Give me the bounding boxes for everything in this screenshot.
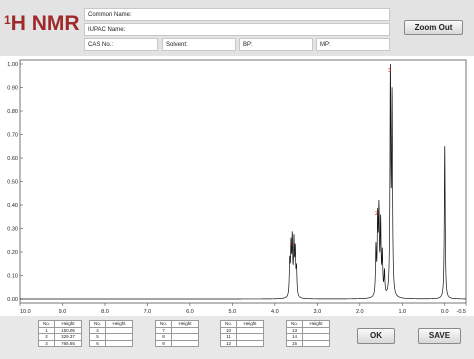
x-tick-label: 2.0 xyxy=(356,309,364,315)
x-tick-label: 3.0 xyxy=(314,309,322,315)
peak-number-cell: 3 xyxy=(38,339,55,347)
x-tick-label: 0.0 xyxy=(441,309,449,315)
x-tick-label: -0.5 xyxy=(457,309,466,315)
peak-label: 3 xyxy=(388,68,391,74)
y-tick-label: 0.30 xyxy=(7,227,18,233)
y-tick-label: 0.80 xyxy=(7,109,18,115)
peak-table: No. Height 10 11 12 xyxy=(220,320,264,347)
x-tick-label: 7.0 xyxy=(144,309,152,315)
bp-field[interactable]: BP: xyxy=(239,38,313,51)
x-tick-label: 8.0 xyxy=(101,309,109,315)
peak-height-cell: 765.65 xyxy=(54,339,82,347)
peak-label: 2 xyxy=(375,211,378,217)
common-name-label: Common Name: xyxy=(88,12,132,18)
solvent-field[interactable]: Solvent: xyxy=(162,38,236,51)
peak-height-cell xyxy=(171,339,199,347)
table-row: 12 xyxy=(220,339,264,347)
peak-label: 1 xyxy=(290,242,293,248)
solvent-label: Solvent: xyxy=(166,42,188,48)
peak-height-cell xyxy=(236,339,264,347)
common-name-field[interactable]: Common Name: xyxy=(84,8,390,21)
y-tick-label: 0.70 xyxy=(7,133,18,139)
y-tick-label: 0.10 xyxy=(7,274,18,280)
x-tick-label: 6.0 xyxy=(186,309,194,315)
y-tick-label: 0.40 xyxy=(7,203,18,209)
peak-height-cell xyxy=(302,339,330,347)
y-tick-label: 0.90 xyxy=(7,86,18,92)
x-tick-label: 10.0 xyxy=(20,309,31,315)
y-tick-label: 0.20 xyxy=(7,250,18,256)
mp-field[interactable]: MP: xyxy=(316,38,390,51)
zoom-out-button[interactable]: Zoom Out xyxy=(404,20,463,35)
peak-table: No. Height 4 5 6 xyxy=(89,320,133,347)
y-tick-label: 0.50 xyxy=(7,180,18,186)
x-tick-label: 4.0 xyxy=(271,309,279,315)
table-row: 3 765.65 xyxy=(38,339,82,347)
y-tick-label: 0.00 xyxy=(7,297,18,303)
ok-button[interactable]: OK xyxy=(357,328,395,344)
table-row: 6 xyxy=(89,339,133,347)
save-button[interactable]: SAVE xyxy=(418,328,461,344)
iupac-name-field[interactable]: IUPAC Name: xyxy=(84,23,390,36)
mp-label: MP: xyxy=(320,42,331,48)
peak-table: No. Height 13 14 15 xyxy=(286,320,330,347)
peak-number-cell: 9 xyxy=(155,339,172,347)
peak-number-cell: 15 xyxy=(286,339,303,347)
y-tick-label: 1.00 xyxy=(7,62,18,68)
plot-background xyxy=(0,56,474,318)
table-row: 9 xyxy=(155,339,199,347)
peak-number-cell: 6 xyxy=(89,339,106,347)
nmr-spectrum-chart: 0.00 0.10 0.20 0.30 0.40 0.50 0.60 0.70 0.80 0.90… xyxy=(0,56,474,318)
x-tick-label: 9.0 xyxy=(59,309,67,315)
x-tick-label: 1.0 xyxy=(398,309,406,315)
iupac-name-label: IUPAC Name: xyxy=(88,27,126,33)
app-title: 1H NMR xyxy=(4,12,80,35)
table-row: 15 xyxy=(286,339,330,347)
peak-number-cell: 12 xyxy=(220,339,237,347)
peak-table: No. Height 1 150.06 2 329.37 3 765.65 xyxy=(38,320,82,347)
peak-table: No. Height 7 8 9 xyxy=(155,320,199,347)
cas-field[interactable]: CAS No.: xyxy=(84,38,158,51)
x-tick-label: 5.0 xyxy=(229,309,237,315)
peak-height-cell xyxy=(105,339,133,347)
cas-label: CAS No.: xyxy=(88,42,114,48)
y-tick-label: 0.60 xyxy=(7,156,18,162)
bp-label: BP: xyxy=(243,42,253,48)
